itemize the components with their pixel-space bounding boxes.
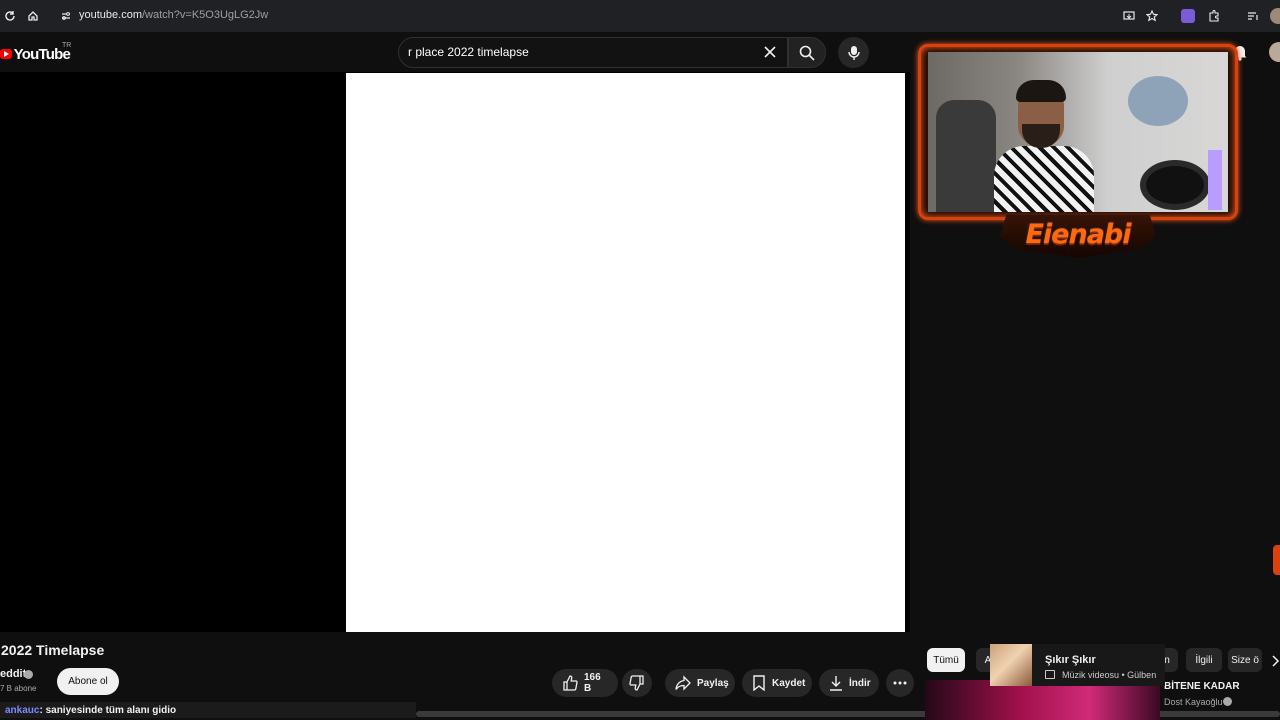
microphone-icon [847,45,860,60]
chip-related[interactable]: İlgili [1186,648,1222,672]
like-count: 166 B [584,672,601,694]
side-panel-tab[interactable] [1273,545,1280,575]
bookmark-icon [753,675,765,691]
channel-name[interactable]: eddit [0,668,26,680]
download-button[interactable]: İndir [819,669,879,697]
now-playing-thumbnail[interactable] [990,644,1032,686]
youtube-play-icon [0,49,12,59]
music-video-icon [1045,670,1055,679]
recommended-channel[interactable]: Dost Kayaoğlu [1164,697,1223,707]
install-app-icon[interactable] [1119,6,1139,26]
youtube-logo[interactable]: YouTube [0,45,71,63]
more-horizontal-icon [893,681,907,685]
video-frame[interactable] [346,73,905,632]
webcam-steering-wheel [1140,160,1210,210]
webcam-plush-toy [1128,76,1188,126]
url-path: /watch?v=K5O3UgLG2Jw [141,9,269,21]
url-text[interactable]: youtube.com/watch?v=K5O3UgLG2Jw [79,9,268,21]
webcam-led-light [1208,150,1222,210]
now-playing-meta: Müzik videosu • Gülben [1062,670,1157,680]
save-button[interactable]: Kaydet [742,669,812,697]
verified-badge-icon [24,670,33,679]
thumbs-down-icon [629,675,644,691]
twitch-extension-icon[interactable] [1178,6,1198,26]
subscriber-count: 7 B abone [0,684,37,693]
chat-username: ankauc [5,704,40,716]
recommended-thumbnail[interactable] [925,680,1160,720]
recommended-title[interactable]: BİTENE KADAR [1164,681,1240,692]
video-title: 2022 Timelapse [1,642,105,658]
profile-avatar[interactable] [1270,8,1280,24]
voice-search-button[interactable] [838,37,869,68]
reading-list-icon[interactable] [1243,6,1263,26]
more-actions-button[interactable] [886,669,914,697]
bookmark-star-icon[interactable] [1142,6,1162,26]
webcam-person-hair [1016,80,1066,102]
chip-for-you[interactable]: Size ö [1228,648,1262,672]
download-icon [830,676,842,691]
region-code: TR [62,42,72,49]
streamer-name-badge: Eienabi [1000,214,1156,258]
webcam-chair [936,100,996,212]
webcam-person-shirt [994,146,1094,212]
verified-badge-icon [1223,697,1232,706]
thumbs-up-icon [563,675,578,691]
site-info-icon[interactable] [56,6,76,26]
search-icon [799,45,815,61]
home-icon[interactable] [23,6,43,26]
search-query[interactable]: r place 2022 timelapse [408,45,529,59]
chevron-right-icon[interactable] [1270,654,1280,667]
like-button[interactable]: 166 B [552,669,618,697]
dislike-button[interactable] [622,669,652,697]
extensions-puzzle-icon[interactable] [1204,6,1224,26]
save-label: Kaydet [772,677,806,689]
reload-icon[interactable] [0,6,20,26]
stream-chat-message: ankauc : saniyesinde tüm alanı gidio [0,702,416,718]
url-host: youtube.com [79,9,142,21]
share-label: Paylaş [697,677,729,689]
streamer-name: Eienabi [1025,218,1131,250]
chat-text: : saniyesinde tüm alanı gidio [39,704,177,716]
search-button[interactable] [788,37,826,68]
download-label: İndir [849,677,871,689]
share-arrow-icon [675,675,691,691]
share-button[interactable]: Paylaş [665,669,735,697]
clear-search-icon[interactable] [762,44,778,60]
subscribe-button[interactable]: Abone ol [57,668,119,695]
now-playing-title[interactable]: Şıkır Şıkır [1045,654,1096,666]
chip-all[interactable]: Tümü [927,648,965,672]
